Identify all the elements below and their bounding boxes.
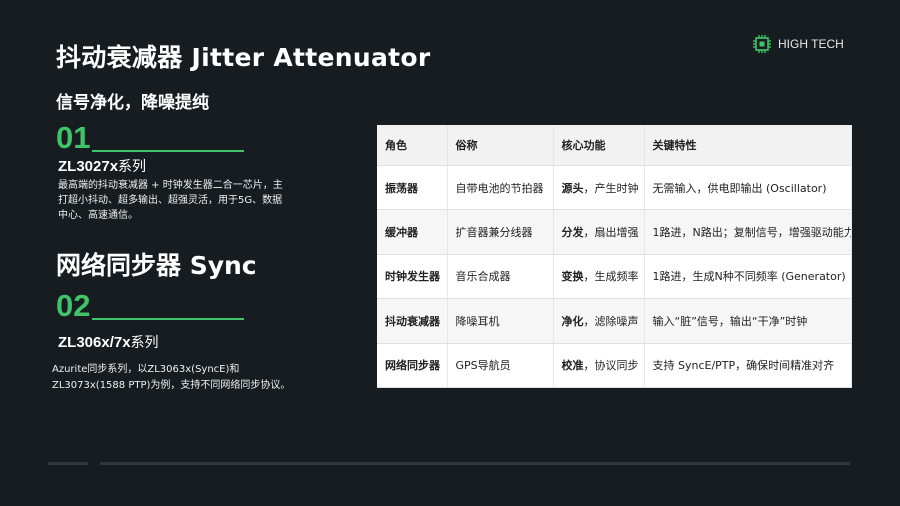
table-cell-feature: 1路进，生成N种不同频率 (Generator): [644, 254, 852, 300]
table-header-feature: 关键特性: [644, 125, 852, 166]
table-cell-alias: 扩音器兼分线器: [447, 209, 554, 255]
footer-divider-long: [100, 462, 850, 465]
section2-number: 02: [56, 288, 91, 323]
table-cell-role: 振荡器: [377, 165, 448, 211]
table-cell-role: 网络同步器: [377, 343, 448, 389]
core-rest: ，滤除噪声: [583, 314, 639, 328]
page-title: 抖动衰减器 Jitter Attenuator: [56, 43, 431, 72]
section2-series: ZL306x/7x系列: [58, 332, 159, 352]
section1-series: ZL3027x系列: [58, 156, 146, 176]
table-cell-core: 源头，产生时钟: [553, 165, 645, 211]
table-cell-feature: 1路进，N路出；复制信号，增强驱动能力: [644, 209, 852, 255]
comparison-table: 角色 俗称 核心功能 关键特性 振荡器 自带电池的节拍器 源头，产生时钟 无需输…: [377, 125, 852, 389]
core-keyword: 分发: [561, 226, 584, 240]
table-cell-feature: 支持 SyncE/PTP，确保时间精准对齐: [644, 343, 852, 389]
table-row: 振荡器 自带电池的节拍器 源头，产生时钟 无需输入，供电即输出 (Oscilla…: [377, 165, 852, 211]
table-cell-feature: 输入“脏”信号，输出“干净”时钟: [644, 298, 852, 344]
chip-icon: [753, 35, 771, 53]
core-keyword: 净化: [561, 314, 584, 328]
footer-divider-short: [48, 462, 88, 465]
table-cell-role: 抖动衰减器: [377, 298, 448, 344]
table-cell-core: 校准，协议同步: [553, 343, 645, 389]
core-keyword: 校准: [561, 359, 584, 373]
page-subtitle: 信号净化，降噪提纯: [56, 93, 209, 113]
section2-title: 网络同步器 Sync: [56, 251, 257, 280]
section1-description: 最高端的抖动衰减器 + 时钟发生器二合一芯片，主打超小抖动、超多输出、超强灵活，…: [58, 180, 283, 221]
table-header-row: 角色 俗称 核心功能 关键特性: [377, 125, 852, 166]
brand: HIGH TECH: [752, 34, 844, 54]
table-row: 时钟发生器 音乐合成器 变换，生成频率 1路进，生成N种不同频率 (Genera…: [377, 254, 852, 300]
table-cell-alias: GPS导航员: [447, 343, 554, 389]
table-header-alias: 俗称: [447, 125, 554, 166]
table-row: 网络同步器 GPS导航员 校准，协议同步 支持 SyncE/PTP，确保时间精准…: [377, 343, 852, 389]
table-cell-alias: 音乐合成器: [447, 254, 554, 300]
section1-series-suffix: 系列: [118, 159, 147, 175]
table-row: 抖动衰减器 降噪耳机 净化，滤除噪声 输入“脏”信号，输出“干净”时钟: [377, 298, 852, 344]
section1-underline: [92, 150, 244, 152]
core-rest: ，生成频率: [583, 270, 639, 284]
table-header-core: 核心功能: [553, 125, 645, 166]
section1-series-name: ZL3027x: [58, 158, 119, 175]
core-keyword: 变换: [561, 270, 584, 284]
core-rest: ，扇出增强: [583, 226, 639, 240]
section2-underline: [92, 318, 244, 320]
table-cell-core: 净化，滤除噪声: [553, 298, 645, 344]
table-row: 缓冲器 扩音器兼分线器 分发，扇出增强 1路进，N路出；复制信号，增强驱动能力: [377, 209, 852, 255]
table-cell-alias: 降噪耳机: [447, 298, 554, 344]
table-cell-role: 缓冲器: [377, 209, 448, 255]
core-rest: ，协议同步: [583, 359, 639, 373]
core-keyword: 源头: [561, 181, 584, 195]
section2-series-suffix: 系列: [130, 335, 159, 351]
brand-label: HIGH TECH: [778, 37, 844, 51]
section2-description: Azurite同步系列，以ZL3063x(SyncE)和ZL3073x(1588…: [52, 364, 291, 391]
table-cell-core: 分发，扇出增强: [553, 209, 645, 255]
table-header-role: 角色: [377, 125, 448, 166]
core-rest: ，产生时钟: [583, 181, 639, 195]
table-cell-alias: 自带电池的节拍器: [447, 165, 554, 211]
table-cell-feature: 无需输入，供电即输出 (Oscillator): [644, 165, 852, 211]
table-cell-role: 时钟发生器: [377, 254, 448, 300]
table-cell-core: 变换，生成频率: [553, 254, 645, 300]
section2-series-name: ZL306x/7x: [58, 334, 131, 351]
section1-number: 01: [56, 120, 91, 155]
